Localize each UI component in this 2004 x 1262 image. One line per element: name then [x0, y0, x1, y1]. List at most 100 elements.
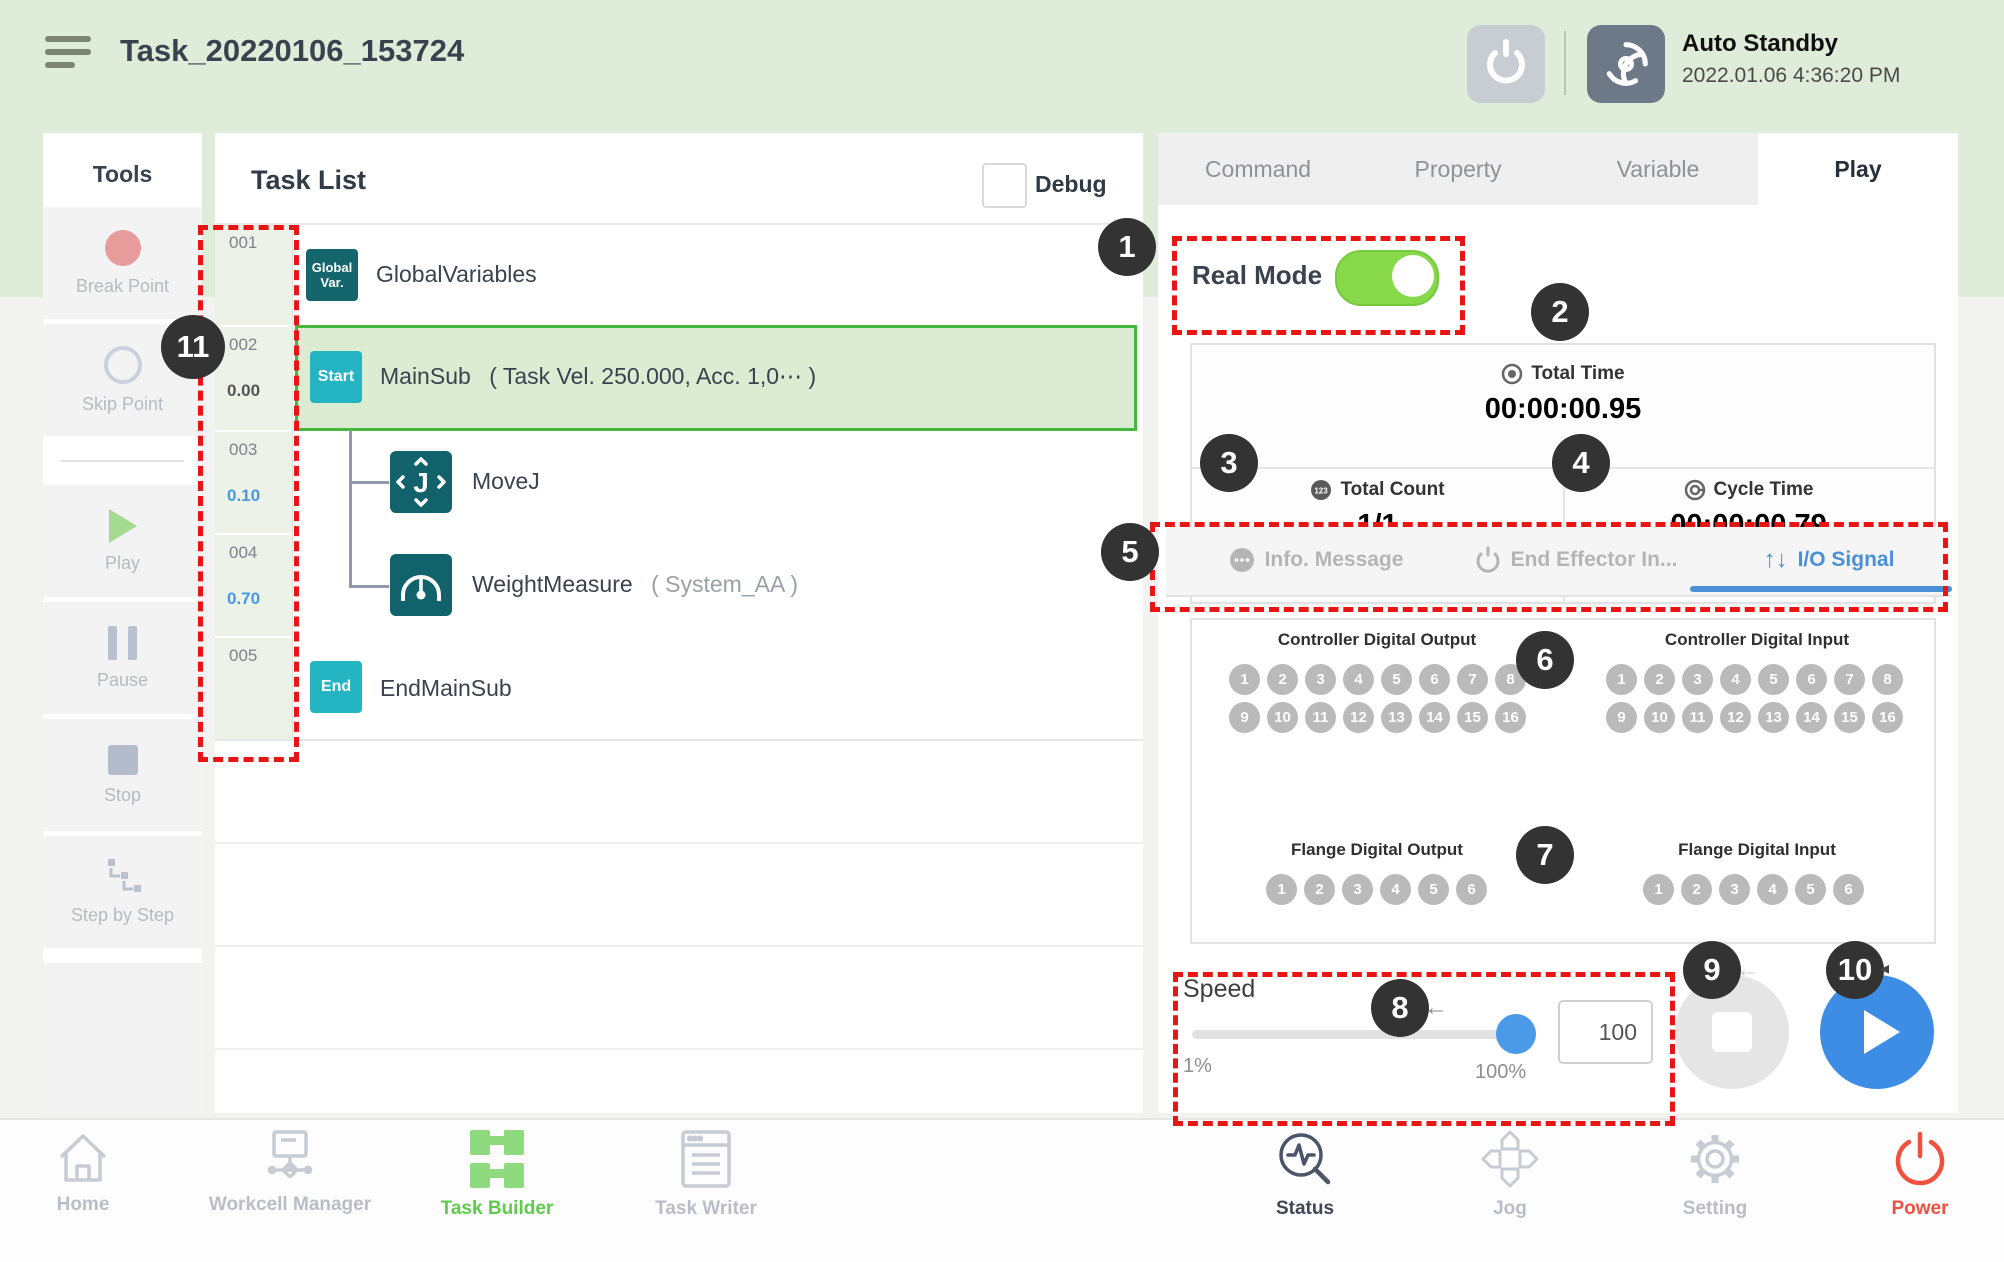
task-row-movej[interactable]: J MoveJ [292, 430, 1143, 533]
stop-tool-button[interactable]: Stop [43, 719, 202, 831]
status-icon [1276, 1130, 1334, 1188]
home-icon [54, 1130, 112, 1184]
tab-command[interactable]: Command [1158, 133, 1360, 205]
debug-checkbox-label: Debug [1035, 171, 1107, 198]
tab-property[interactable]: Property [1358, 133, 1560, 205]
io-dot: 5 [1418, 874, 1449, 905]
task-row-label: MainSub [380, 363, 471, 389]
weight-measure-icon [390, 554, 452, 616]
total-time-header: Total Time [1192, 363, 1934, 385]
annotation-badge-6: 6 [1516, 631, 1574, 689]
debug-checkbox[interactable] [982, 163, 1027, 208]
cursor-arrow: ← [1424, 994, 1448, 1022]
pause-icon [108, 626, 137, 660]
mode-status-button[interactable] [1587, 25, 1665, 103]
task-row-endmainsub[interactable]: End EndMainSub [292, 636, 1143, 739]
nav-home[interactable]: Home [0, 1130, 193, 1216]
nav-task-builder[interactable]: Task Builder [387, 1130, 607, 1220]
flange-output-dots: 123456 [1266, 874, 1487, 905]
controller-input-header: Controller Digital Input [1602, 630, 1912, 650]
nav-jog[interactable]: Jog [1400, 1130, 1620, 1220]
tab-variable[interactable]: Variable [1558, 133, 1758, 205]
workcell-manager-icon [260, 1130, 320, 1184]
annotation-badge-7: 7 [1516, 826, 1574, 884]
io-dot: 10 [1644, 702, 1675, 733]
task-list-panel: Task List Debug 001 002 0.00 003 0.10 00… [215, 133, 1143, 1113]
io-dot: 7 [1457, 664, 1488, 695]
row-divider [215, 842, 1143, 844]
row-divider [215, 945, 1143, 947]
io-dot: 3 [1305, 664, 1336, 695]
global-var-badge: Global Var. [306, 249, 358, 301]
stop-square-icon [1712, 1012, 1752, 1052]
io-dot: 6 [1419, 664, 1450, 695]
tab-play[interactable]: Play [1758, 133, 1958, 205]
io-dot: 9 [1606, 702, 1637, 733]
io-dot: 8 [1872, 664, 1903, 695]
header-divider [1564, 31, 1566, 95]
io-dot: 3 [1682, 664, 1713, 695]
svg-text:J: J [413, 467, 429, 498]
breakpoint-button[interactable]: Break Point [43, 207, 202, 319]
io-dot: 15 [1834, 702, 1865, 733]
io-dot: 4 [1757, 874, 1788, 905]
cycle-time-icon [1684, 479, 1706, 501]
io-dot: 16 [1872, 702, 1903, 733]
step-by-step-button[interactable]: Step by Step [43, 836, 202, 948]
controller-output-header: Controller Digital Output [1222, 630, 1532, 650]
total-time-icon [1501, 363, 1523, 385]
controller-input-dots: 12345678910111213141516 [1606, 664, 1903, 733]
io-dot: 2 [1681, 874, 1712, 905]
task-row-mainsub-selected[interactable]: Start MainSub ( Task Vel. 250.000, Acc. … [295, 325, 1137, 431]
task-row-weightmeasure[interactable]: WeightMeasure ( System_AA ) [292, 533, 1143, 636]
robot-status-label: Auto Standby [1682, 30, 1900, 58]
io-dot: 4 [1380, 874, 1411, 905]
annotation-badge-2: 2 [1531, 283, 1589, 341]
task-row-label: WeightMeasure [472, 571, 633, 597]
io-dot: 6 [1796, 664, 1827, 695]
io-dot: 5 [1381, 664, 1412, 695]
task-writer-icon [680, 1130, 732, 1188]
io-dot: 2 [1267, 664, 1298, 695]
total-time-value: 00:00:00.95 [1192, 393, 1934, 426]
annotation-box-io-subtabs [1150, 522, 1948, 612]
io-dot: 13 [1758, 702, 1789, 733]
io-dot: 5 [1795, 874, 1826, 905]
stop-button[interactable] [1675, 975, 1789, 1089]
flange-input-dots: 123456 [1643, 874, 1864, 905]
annotation-badge-3: 3 [1200, 434, 1258, 492]
servo-off-button[interactable] [1467, 25, 1545, 103]
play-icon [109, 509, 137, 543]
io-dot: 11 [1682, 702, 1713, 733]
task-row-globalvariables[interactable]: Global Var. GlobalVariables [292, 225, 1143, 325]
nav-setting[interactable]: Setting [1605, 1130, 1825, 1220]
nav-workcell-manager[interactable]: Workcell Manager [180, 1130, 400, 1216]
svg-text:123: 123 [1315, 487, 1329, 496]
io-dot: 13 [1381, 702, 1412, 733]
io-dot: 5 [1758, 664, 1789, 695]
task-list-title: Task List [251, 165, 366, 196]
controller-output-dots: 12345678910111213141516 [1229, 664, 1526, 733]
play-tool-button[interactable]: Play [43, 485, 202, 597]
gripper-icon [1482, 37, 1530, 91]
task-builder-icon [469, 1130, 525, 1188]
nav-status[interactable]: Status [1195, 1130, 1415, 1220]
skip-point-icon [104, 346, 142, 384]
play-triangle-icon [1864, 1010, 1900, 1054]
tools-panel: Tools Break Point Skip Point Play Pause … [43, 133, 202, 1113]
io-dot: 9 [1229, 702, 1260, 733]
stop-icon [108, 745, 138, 775]
pause-tool-button[interactable]: Pause [43, 602, 202, 714]
flange-input-header: Flange Digital Input [1602, 840, 1912, 860]
nav-power[interactable]: Power [1810, 1130, 2004, 1220]
menu-button[interactable] [45, 36, 91, 68]
robot-status: Auto Standby 2022.01.06 4:36:20 PM [1682, 30, 1900, 88]
io-dot: 4 [1343, 664, 1374, 695]
nav-task-writer[interactable]: Task Writer [596, 1130, 816, 1220]
io-dot: 1 [1229, 664, 1260, 695]
page-title: Task_20220106_153724 [120, 33, 464, 69]
movej-icon: J [390, 451, 452, 513]
io-dot: 2 [1644, 664, 1675, 695]
io-dot: 16 [1495, 702, 1526, 733]
io-dot: 12 [1720, 702, 1751, 733]
